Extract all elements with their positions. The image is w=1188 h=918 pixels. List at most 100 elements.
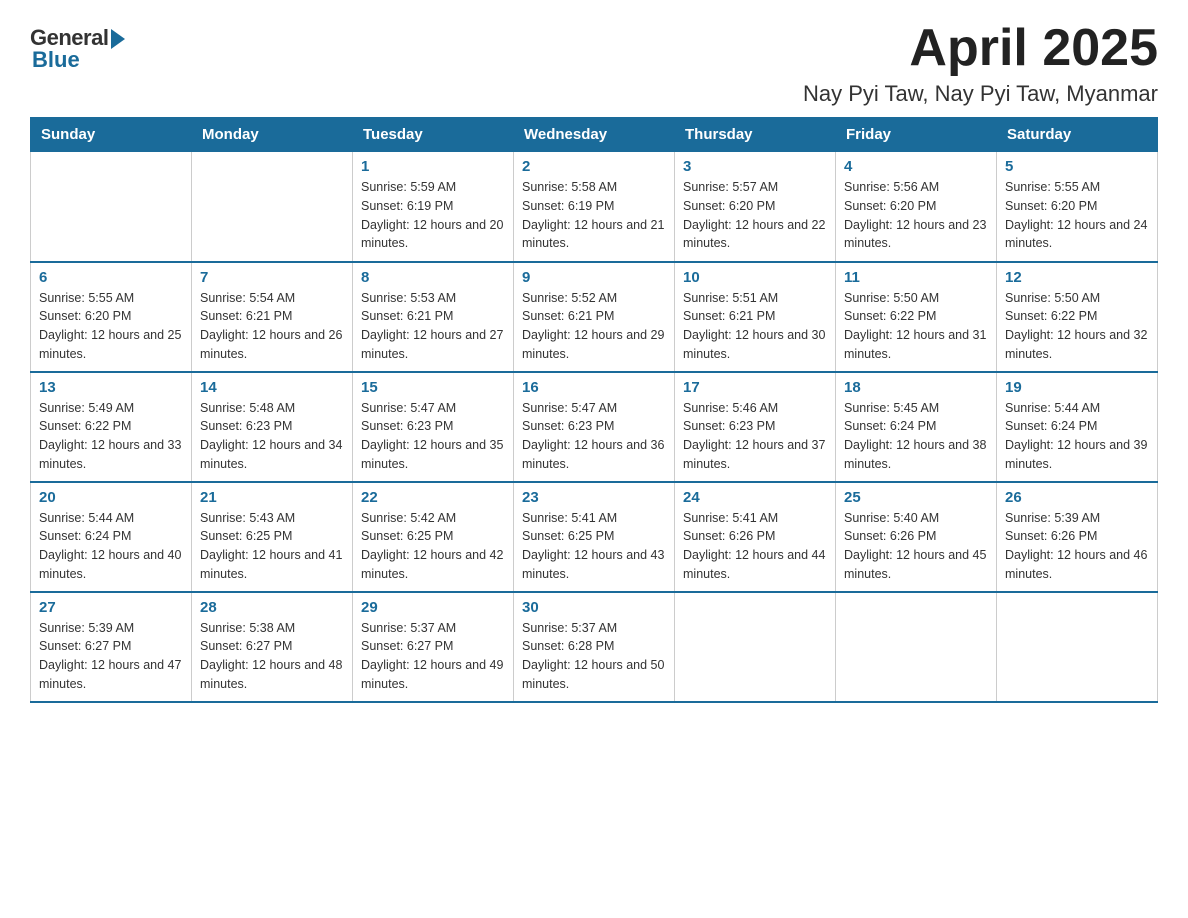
day-info: Sunrise: 5:53 AMSunset: 6:21 PMDaylight:… — [361, 289, 505, 364]
day-number: 8 — [361, 269, 505, 286]
calendar-cell — [675, 592, 836, 702]
day-info: Sunrise: 5:46 AMSunset: 6:23 PMDaylight:… — [683, 399, 827, 474]
calendar-cell: 4 Sunrise: 5:56 AMSunset: 6:20 PMDaylight… — [836, 152, 997, 262]
day-number: 15 — [361, 379, 505, 396]
calendar-cell — [192, 152, 353, 262]
day-number: 12 — [1005, 269, 1149, 286]
calendar-cell: 12 Sunrise: 5:50 AMSunset: 6:22 PMDayligh… — [997, 262, 1158, 372]
calendar-cell: 17 Sunrise: 5:46 AMSunset: 6:23 PMDayligh… — [675, 372, 836, 482]
day-info: Sunrise: 5:52 AMSunset: 6:21 PMDaylight:… — [522, 289, 666, 364]
calendar-cell — [31, 152, 192, 262]
calendar-cell: 2Sunrise: 5:58 AMSunset: 6:19 PMDaylight… — [514, 152, 675, 262]
day-info: Sunrise: 5:59 AMSunset: 6:19 PMDaylight:… — [361, 178, 505, 253]
calendar-cell: 11 Sunrise: 5:50 AMSunset: 6:22 PMDayligh… — [836, 262, 997, 372]
day-info: Sunrise: 5:41 AMSunset: 6:26 PMDaylight:… — [683, 509, 827, 584]
day-number: 11 — [844, 269, 988, 286]
calendar-cell: 10Sunrise: 5:51 AMSunset: 6:21 PMDayligh… — [675, 262, 836, 372]
page-header: General Blue April 2025 Nay Pyi Taw, Nay… — [30, 20, 1158, 107]
day-number: 13 — [39, 379, 183, 396]
calendar-cell: 26Sunrise: 5:39 AMSunset: 6:26 PMDayligh… — [997, 482, 1158, 592]
day-info: Sunrise: 5:51 AMSunset: 6:21 PMDaylight:… — [683, 289, 827, 364]
day-number: 3 — [683, 158, 827, 175]
weekday-header-friday: Friday — [836, 118, 997, 152]
day-number: 24 — [683, 489, 827, 506]
day-info: Sunrise: 5:47 AMSunset: 6:23 PMDaylight:… — [522, 399, 666, 474]
calendar-week-row: 6 Sunrise: 5:55 AMSunset: 6:20 PMDaylight… — [31, 262, 1158, 372]
day-info: Sunrise: 5:43 AMSunset: 6:25 PMDaylight:… — [200, 509, 344, 584]
calendar-cell: 25 Sunrise: 5:40 AMSunset: 6:26 PMDayligh… — [836, 482, 997, 592]
day-number: 17 — [683, 379, 827, 396]
calendar-header-row: SundayMondayTuesdayWednesdayThursdayFrid… — [31, 118, 1158, 152]
calendar-cell: 14 Sunrise: 5:48 AMSunset: 6:23 PMDayligh… — [192, 372, 353, 482]
day-info: Sunrise: 5:55 AMSunset: 6:20 PMDaylight:… — [1005, 178, 1149, 253]
logo: General Blue — [30, 25, 125, 73]
day-info: Sunrise: 5:38 AMSunset: 6:27 PMDaylight:… — [200, 619, 344, 694]
day-info: Sunrise: 5:48 AMSunset: 6:23 PMDaylight:… — [200, 399, 344, 474]
logo-arrow-icon — [111, 29, 125, 49]
day-number: 29 — [361, 599, 505, 616]
calendar-cell: 19Sunrise: 5:44 AMSunset: 6:24 PMDayligh… — [997, 372, 1158, 482]
day-info: Sunrise: 5:37 AMSunset: 6:28 PMDaylight:… — [522, 619, 666, 694]
calendar-cell: 7 Sunrise: 5:54 AMSunset: 6:21 PMDaylight… — [192, 262, 353, 372]
day-number: 23 — [522, 489, 666, 506]
logo-blue-text: Blue — [32, 47, 80, 73]
calendar-cell: 6 Sunrise: 5:55 AMSunset: 6:20 PMDaylight… — [31, 262, 192, 372]
calendar-cell: 23 Sunrise: 5:41 AMSunset: 6:25 PMDayligh… — [514, 482, 675, 592]
day-info: Sunrise: 5:45 AMSunset: 6:24 PMDaylight:… — [844, 399, 988, 474]
day-info: Sunrise: 5:55 AMSunset: 6:20 PMDaylight:… — [39, 289, 183, 364]
calendar-cell — [997, 592, 1158, 702]
calendar-week-row: 13 Sunrise: 5:49 AMSunset: 6:22 PMDayligh… — [31, 372, 1158, 482]
weekday-header-monday: Monday — [192, 118, 353, 152]
calendar-cell: 13 Sunrise: 5:49 AMSunset: 6:22 PMDayligh… — [31, 372, 192, 482]
calendar-cell: 16 Sunrise: 5:47 AMSunset: 6:23 PMDayligh… — [514, 372, 675, 482]
calendar-cell — [836, 592, 997, 702]
day-number: 27 — [39, 599, 183, 616]
day-info: Sunrise: 5:57 AMSunset: 6:20 PMDaylight:… — [683, 178, 827, 253]
day-info: Sunrise: 5:37 AMSunset: 6:27 PMDaylight:… — [361, 619, 505, 694]
day-info: Sunrise: 5:41 AMSunset: 6:25 PMDaylight:… — [522, 509, 666, 584]
calendar-week-row: 1 Sunrise: 5:59 AMSunset: 6:19 PMDaylight… — [31, 152, 1158, 262]
day-number: 7 — [200, 269, 344, 286]
day-info: Sunrise: 5:47 AMSunset: 6:23 PMDaylight:… — [361, 399, 505, 474]
day-info: Sunrise: 5:40 AMSunset: 6:26 PMDaylight:… — [844, 509, 988, 584]
calendar-cell: 22 Sunrise: 5:42 AMSunset: 6:25 PMDayligh… — [353, 482, 514, 592]
day-number: 1 — [361, 158, 505, 175]
calendar-cell: 28 Sunrise: 5:38 AMSunset: 6:27 PMDayligh… — [192, 592, 353, 702]
weekday-header-wednesday: Wednesday — [514, 118, 675, 152]
day-info: Sunrise: 5:50 AMSunset: 6:22 PMDaylight:… — [844, 289, 988, 364]
calendar-title: April 2025 — [803, 20, 1158, 77]
calendar-table: SundayMondayTuesdayWednesdayThursdayFrid… — [30, 117, 1158, 703]
calendar-cell: 9Sunrise: 5:52 AMSunset: 6:21 PMDaylight… — [514, 262, 675, 372]
calendar-cell: 30 Sunrise: 5:37 AMSunset: 6:28 PMDayligh… — [514, 592, 675, 702]
day-info: Sunrise: 5:39 AMSunset: 6:27 PMDaylight:… — [39, 619, 183, 694]
title-block: April 2025 Nay Pyi Taw, Nay Pyi Taw, Mya… — [803, 20, 1158, 107]
calendar-cell: 29 Sunrise: 5:37 AMSunset: 6:27 PMDayligh… — [353, 592, 514, 702]
day-info: Sunrise: 5:44 AMSunset: 6:24 PMDaylight:… — [1005, 399, 1149, 474]
calendar-cell: 3 Sunrise: 5:57 AMSunset: 6:20 PMDaylight… — [675, 152, 836, 262]
day-info: Sunrise: 5:42 AMSunset: 6:25 PMDaylight:… — [361, 509, 505, 584]
day-number: 4 — [844, 158, 988, 175]
calendar-cell: 21 Sunrise: 5:43 AMSunset: 6:25 PMDayligh… — [192, 482, 353, 592]
day-info: Sunrise: 5:49 AMSunset: 6:22 PMDaylight:… — [39, 399, 183, 474]
day-number: 30 — [522, 599, 666, 616]
day-number: 22 — [361, 489, 505, 506]
day-number: 6 — [39, 269, 183, 286]
calendar-cell: 27 Sunrise: 5:39 AMSunset: 6:27 PMDayligh… — [31, 592, 192, 702]
day-number: 14 — [200, 379, 344, 396]
day-number: 28 — [200, 599, 344, 616]
day-number: 18 — [844, 379, 988, 396]
calendar-cell: 1 Sunrise: 5:59 AMSunset: 6:19 PMDaylight… — [353, 152, 514, 262]
day-number: 25 — [844, 489, 988, 506]
calendar-cell: 18 Sunrise: 5:45 AMSunset: 6:24 PMDayligh… — [836, 372, 997, 482]
weekday-header-sunday: Sunday — [31, 118, 192, 152]
day-info: Sunrise: 5:56 AMSunset: 6:20 PMDaylight:… — [844, 178, 988, 253]
calendar-cell: 8 Sunrise: 5:53 AMSunset: 6:21 PMDaylight… — [353, 262, 514, 372]
day-info: Sunrise: 5:50 AMSunset: 6:22 PMDaylight:… — [1005, 289, 1149, 364]
day-number: 21 — [200, 489, 344, 506]
calendar-subtitle: Nay Pyi Taw, Nay Pyi Taw, Myanmar — [803, 81, 1158, 107]
day-number: 2 — [522, 158, 666, 175]
day-number: 16 — [522, 379, 666, 396]
weekday-header-thursday: Thursday — [675, 118, 836, 152]
day-info: Sunrise: 5:54 AMSunset: 6:21 PMDaylight:… — [200, 289, 344, 364]
calendar-week-row: 27 Sunrise: 5:39 AMSunset: 6:27 PMDayligh… — [31, 592, 1158, 702]
